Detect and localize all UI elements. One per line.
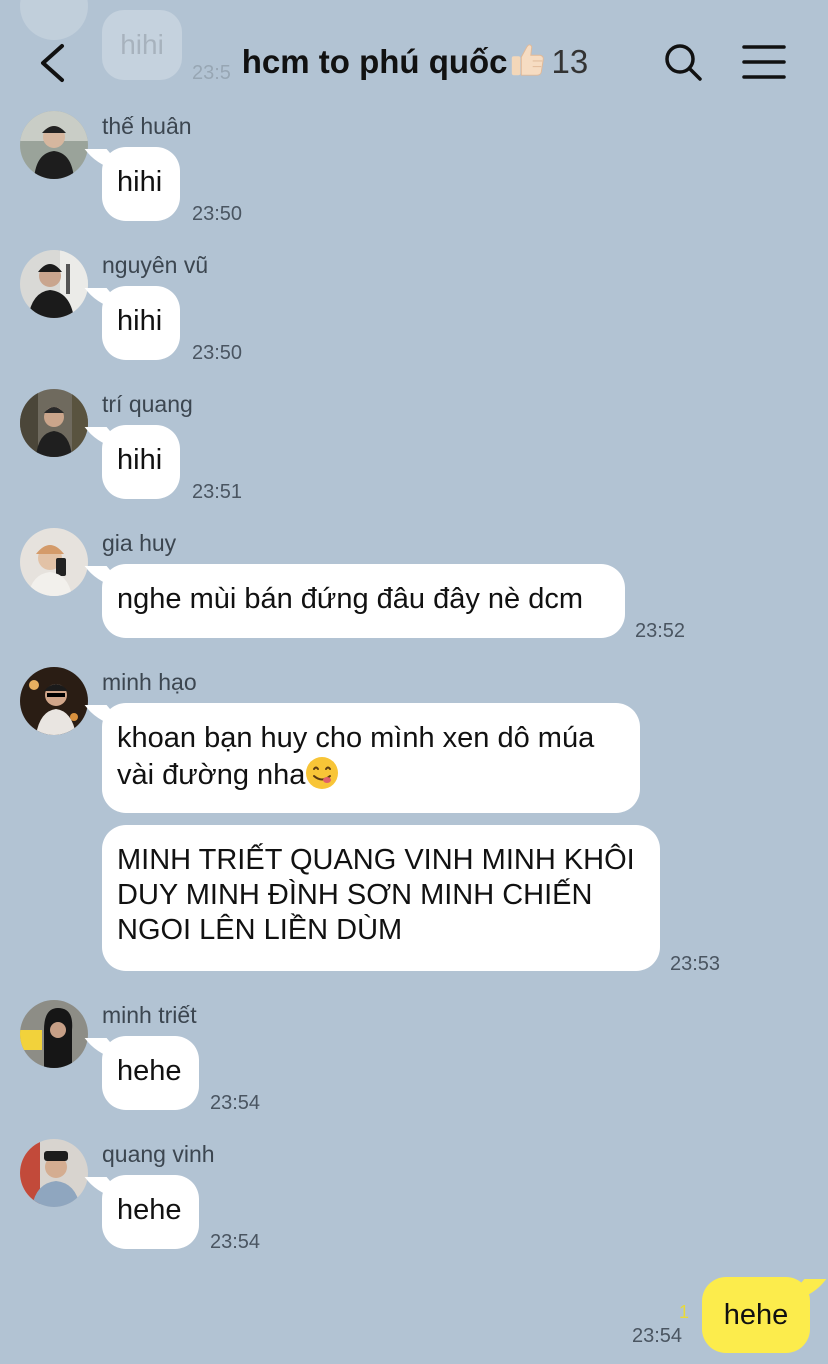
member-count: 13 bbox=[551, 43, 589, 80]
message-time: 23:52 bbox=[635, 620, 686, 642]
avatar[interactable] bbox=[20, 389, 88, 457]
message-time: 23:50 bbox=[192, 342, 243, 364]
message-bubble[interactable]: hihi bbox=[102, 147, 180, 221]
message-time: 23:54 bbox=[210, 1231, 261, 1253]
search-icon bbox=[665, 44, 702, 81]
search-button[interactable] bbox=[660, 40, 706, 86]
chevron-left-icon bbox=[41, 44, 64, 82]
back-button[interactable] bbox=[30, 40, 76, 86]
menu-button[interactable] bbox=[740, 42, 788, 84]
sender-name: quang vinh bbox=[102, 1141, 215, 1167]
avatar[interactable] bbox=[20, 528, 88, 596]
message-bubble[interactable]: hihi bbox=[102, 286, 180, 360]
sender-name: gia huy bbox=[102, 530, 177, 556]
sender-name: minh triết bbox=[102, 1002, 197, 1028]
avatar[interactable] bbox=[20, 667, 88, 735]
message-time: 23:51 bbox=[192, 481, 243, 503]
sender-name: trí quang bbox=[102, 391, 193, 417]
chat-title[interactable]: hcm to phú quốc 13 bbox=[170, 41, 660, 81]
unread-count: 1 bbox=[679, 1302, 690, 1322]
message-bubble[interactable]: hehe bbox=[102, 1175, 199, 1249]
message-bubble[interactable]: khoan bạn huy cho mình xen dô múa vài đư… bbox=[102, 703, 640, 813]
message-bubble[interactable]: hihi bbox=[102, 425, 180, 499]
chat-header: hcm to phú quốc 13 bbox=[0, 0, 828, 126]
message-time: 23:54 bbox=[210, 1092, 261, 1114]
message-bubble[interactable]: hehe bbox=[102, 1036, 199, 1110]
sender-name: nguyên vũ bbox=[102, 252, 209, 278]
message-bubble[interactable]: MINH TRIẾT QUANG VINH MINH KHÔI DUY MINH… bbox=[102, 825, 660, 971]
message-bubble[interactable]: nghe mùi bán đứng đâu đây nè dcm bbox=[102, 564, 625, 638]
smiling-face-savoring-food-emoji bbox=[306, 757, 339, 789]
chat-title-text: hcm to phú quốc bbox=[241, 43, 508, 80]
sender-name: minh hạo bbox=[102, 669, 197, 695]
avatar[interactable] bbox=[20, 1000, 88, 1068]
hamburger-menu-icon bbox=[742, 45, 786, 79]
message-text: khoan bạn huy cho mình xen dô múa vài đư… bbox=[117, 722, 595, 791]
message-time: 23:54 bbox=[632, 1325, 683, 1347]
my-message-bubble[interactable]: hehe bbox=[702, 1277, 810, 1353]
avatar[interactable] bbox=[20, 250, 88, 318]
message-time: 23:53 bbox=[670, 953, 721, 975]
avatar[interactable] bbox=[20, 1139, 88, 1207]
thumbs-up-emoji bbox=[511, 44, 544, 76]
message-time: 23:50 bbox=[192, 203, 243, 225]
